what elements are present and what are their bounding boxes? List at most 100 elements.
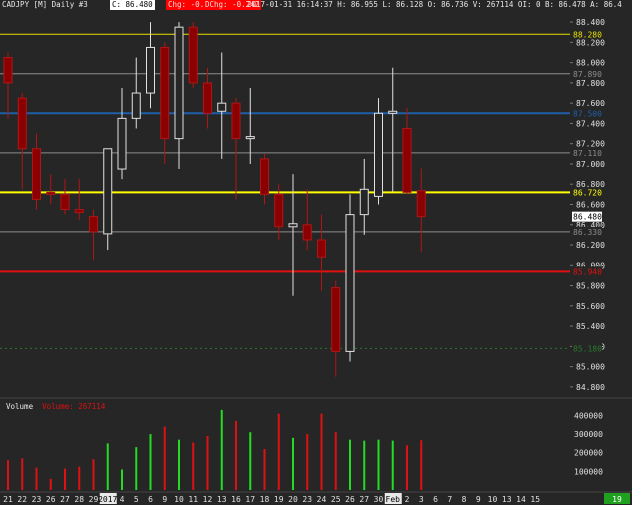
level-tag-label: 87.500 [573,109,602,118]
date-tick-label: 30 [374,495,384,504]
date-tick-label: 27 [359,495,369,504]
date-tick-label: 13 [217,495,227,504]
candle-body [89,216,98,233]
price-tick-label: 88.400 [576,18,605,27]
candle [60,179,70,215]
level-tag-label: 85.940 [573,267,602,276]
date-axis: 21 22 23 26 27 28 29 2017 4 5 6 9 10 11 12 13 16 17 18 19 20… [3,493,630,504]
volume-tick-label: 300000 [574,430,603,439]
level-tag-label: 85.180 [573,344,602,353]
date-tick-label: 23 [32,495,42,504]
gridlines [0,397,632,493]
candle-body [359,188,369,216]
candle-body [274,193,284,228]
candle [174,22,184,170]
horizontal-levels [0,33,570,349]
volume-bars [7,409,423,490]
price-tick-label: 88.200 [576,38,605,47]
candle [117,87,127,180]
date-tick-label: 14 [516,495,526,504]
price-tick-label: 84.800 [576,383,605,392]
level-tag-label: 86.720 [573,188,602,197]
candle [89,209,98,261]
date-tick-label: 9 [476,495,481,504]
date-tick-label: 13 [502,495,512,504]
volume-title-row: Volume Volume: 267114 [6,402,105,411]
date-tick-label: 19 [274,495,284,504]
date-tick-label: 18 [260,495,270,504]
price-axis: 88.400 88.200 88.000 87.800 87.600 87.400 87.2… [570,18,605,476]
header-symbol: CADJPY [M] Daily #3 [2,0,88,10]
candle [217,52,227,159]
candle [331,280,341,377]
candle [317,214,326,291]
chart-canvas[interactable]: 88.400 88.200 88.000 87.800 87.600 87.400 87.2… [0,0,632,505]
candles [3,22,426,377]
candle [203,67,212,129]
candle-body [245,136,255,140]
candle-body [103,148,113,235]
candle [46,174,56,205]
level-tag-label: 86.330 [573,228,602,237]
date-tick-label: 17 [245,495,255,504]
candle [131,57,141,129]
candle [146,22,155,109]
volume-tick-label: 200000 [574,449,603,458]
date-tick-label: 9 [162,495,167,504]
date-tick-label: 23 [302,495,312,504]
price-tick-label: 88.000 [576,59,605,68]
candle [3,52,13,119]
candle [17,93,27,190]
volume-value: Volume: 267114 [42,402,106,411]
date-tick-label: 10 [174,495,184,504]
candle-body [416,190,426,218]
date-tick-label: 12 [203,495,213,504]
date-tick-label: 26 [46,495,56,504]
candle [103,148,113,251]
candle [359,158,369,235]
date-tick-label: 27 [60,495,70,504]
candle [74,179,84,220]
candle [302,189,312,251]
price-tick-label: 87.400 [576,119,605,128]
candle [388,67,398,193]
close-value: C: 86.480 [112,0,153,9]
candle-body [17,97,27,150]
date-tick-label: 21 [3,495,13,504]
candle [416,168,426,253]
date-tick-label: 22 [17,495,27,504]
date-tick-label: 11 [188,495,198,504]
candle [402,108,412,195]
date-tick-label: Feb [386,495,401,504]
candle [32,133,41,210]
close-badge: C: 86.480 [110,0,155,10]
date-tick-label: 6 [433,495,438,504]
candle [160,42,170,164]
price-tick-label: 87.800 [576,79,605,88]
date-tick-label: 29 [89,495,99,504]
date-tick-label: 15 [530,495,540,504]
level-tag-label: 88.280 [573,30,602,39]
candle-body [402,128,412,193]
candle-body [60,193,70,211]
price-tick-label: 86.200 [576,241,605,250]
date-tick-label: 6 [148,495,153,504]
candle-body [188,26,198,84]
candle [260,153,269,205]
price-tick-label: 85.800 [576,282,605,291]
candle [374,98,383,205]
candle-body [217,102,227,112]
last-price-label: 86.480 [573,213,602,222]
date-tick-label: 8 [462,495,467,504]
price-tick-label: 87.000 [576,160,605,169]
date-tick-label: 16 [231,495,241,504]
level-tag-label: 87.110 [573,149,602,158]
date-tick-label: 25 [331,495,341,504]
candle-body [146,46,155,94]
date-tick-label: 4 [120,495,125,504]
date-tick-label: 3 [419,495,424,504]
candle-body [3,57,13,84]
level-tag-label: 87.890 [573,70,602,79]
quote-info-text: 2017-01-31 16:14:37 H: 86.955 L: 86.128 … [247,0,622,9]
candle-body [317,239,326,258]
